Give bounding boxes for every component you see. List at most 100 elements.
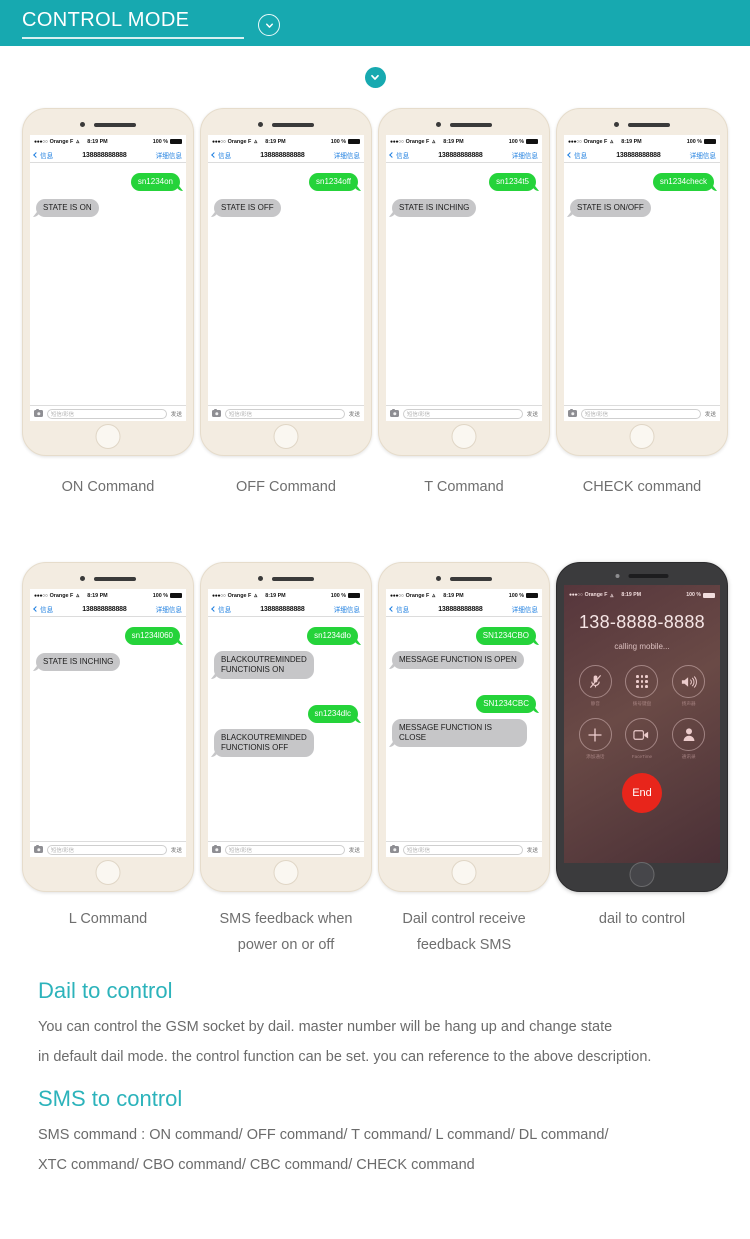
home-button-icon[interactable]: [451, 860, 477, 885]
phone-cell: ●●●○○ Orange F ▵ 8:19 PM 100 % 信息 138888…: [375, 108, 553, 500]
battery-percent: 100 %: [330, 138, 346, 145]
message-bubble-in: STATE IS ON/OFF: [570, 199, 651, 217]
messages-nav-bar: 信息 138888888888 详细信息: [30, 148, 186, 163]
camera-icon[interactable]: [390, 844, 399, 853]
conversation-detail-link[interactable]: 详细信息: [690, 150, 716, 160]
message-row: SN1234CBC: [392, 695, 536, 713]
compose-bar: 短信/彩信 发送: [30, 841, 186, 857]
status-time: 8:19 PM: [87, 138, 108, 145]
call-action[interactable]: 静音: [578, 665, 612, 707]
message-bubble-in: STATE IS INCHING: [36, 653, 121, 671]
send-button[interactable]: 发送: [349, 410, 360, 418]
message-row: sn1234on: [36, 173, 180, 191]
camera-icon[interactable]: [212, 844, 221, 853]
facetime-icon[interactable]: [625, 718, 659, 751]
message-bubble-out: sn1234l060: [124, 627, 180, 645]
send-button[interactable]: 发送: [705, 410, 716, 418]
message-bubble-out: SN1234CBO: [475, 627, 536, 645]
camera-icon[interactable]: [568, 408, 577, 417]
status-time: 8:19 PM: [621, 592, 642, 598]
message-row: STATE IS INCHING: [392, 199, 536, 217]
earpiece-speaker-icon: [450, 122, 492, 127]
home-button-icon[interactable]: [629, 862, 655, 887]
conversation-detail-link[interactable]: 详细信息: [334, 150, 360, 160]
camera-icon[interactable]: [34, 844, 43, 853]
send-button[interactable]: 发送: [171, 846, 182, 854]
back-button[interactable]: 信息: [33, 150, 53, 160]
conversation-number: 138888888888: [616, 151, 661, 159]
iphone-mockup: ●●●○○ Orange F ▵ 8:19 PM 100 % 信息 138888…: [378, 562, 550, 892]
home-button-icon[interactable]: [629, 424, 655, 449]
conversation-detail-link[interactable]: 详细信息: [156, 604, 182, 614]
back-button[interactable]: 信息: [211, 604, 231, 614]
conversation-number: 138888888888: [260, 605, 305, 613]
call-action-label: 拨号键盘: [632, 701, 652, 706]
message-bubble-in: STATE IS ON: [36, 199, 99, 217]
conversation-detail-link[interactable]: 详细信息: [334, 604, 360, 614]
conversation-number: 138888888888: [82, 605, 127, 613]
back-button[interactable]: 信息: [567, 150, 587, 160]
compose-bar: 短信/彩信 发送: [564, 405, 720, 421]
status-bar: ●●●○○ Orange F ▵ 8:19 PM 100 %: [564, 135, 720, 148]
keypad-icon[interactable]: [625, 665, 659, 698]
home-button-icon[interactable]: [95, 424, 121, 449]
message-input[interactable]: 短信/彩信: [581, 408, 701, 419]
back-button[interactable]: 信息: [389, 604, 409, 614]
signal-dots-icon: ●●●○○: [569, 592, 583, 598]
back-button[interactable]: 信息: [211, 150, 231, 160]
send-button[interactable]: 发送: [171, 410, 182, 418]
chevron-down-icon[interactable]: [258, 14, 280, 36]
phone-cell: ●●●○○ Orange F ▵ 8:19 PM 100 % 信息 138888…: [19, 562, 197, 958]
status-bar: ●●●○○ Orange F ▵ 8:19 PM 100 %: [386, 589, 542, 602]
battery-percent: 100 %: [508, 592, 524, 599]
carrier-label: Orange F: [405, 138, 430, 145]
end-call-button[interactable]: End: [622, 773, 662, 813]
message-row: SN1234CBO: [392, 627, 536, 645]
front-camera-icon: [436, 576, 441, 581]
home-button-icon[interactable]: [273, 424, 299, 449]
mute-microphone-icon[interactable]: [578, 665, 612, 698]
message-gap: [214, 685, 358, 699]
message-input[interactable]: 短信/彩信: [403, 844, 523, 855]
call-action[interactable]: 添加通话: [578, 718, 612, 760]
send-button[interactable]: 发送: [349, 846, 360, 854]
conversation-detail-link[interactable]: 详细信息: [156, 150, 182, 160]
back-button[interactable]: 信息: [33, 604, 53, 614]
back-button[interactable]: 信息: [389, 150, 409, 160]
camera-icon[interactable]: [34, 408, 43, 417]
camera-icon[interactable]: [390, 408, 399, 417]
battery-percent: 100 %: [152, 592, 168, 599]
message-input[interactable]: 短信/彩信: [47, 408, 167, 419]
front-camera-icon: [80, 122, 85, 127]
message-bubble-out: sn1234dlc: [307, 705, 358, 723]
home-button-icon[interactable]: [273, 860, 299, 885]
chevron-down-circle-icon[interactable]: [364, 66, 386, 88]
iphone-mockup: ●●●○○ Orange F ▵ 8:19 PM 100 % 信息 138888…: [22, 562, 194, 892]
battery-full-icon: [704, 139, 716, 144]
phone-screen: ●●●○○ Orange F ▵ 8:19 PM 100 % 信息 138888…: [208, 135, 364, 421]
message-input[interactable]: 短信/彩信: [225, 408, 345, 419]
send-button[interactable]: 发送: [527, 410, 538, 418]
call-action[interactable]: FaceTime: [625, 718, 659, 760]
camera-icon[interactable]: [212, 408, 221, 417]
call-action[interactable]: 拨号键盘: [625, 665, 659, 707]
earpiece-assembly: [258, 122, 314, 127]
battery-full-icon: [348, 139, 360, 144]
send-button[interactable]: 发送: [527, 846, 538, 854]
signal-dots-icon: ●●●○○: [568, 138, 582, 145]
speaker-icon[interactable]: [672, 665, 706, 698]
message-row: sn1234dlo: [214, 627, 358, 645]
conversation-detail-link[interactable]: 详细信息: [512, 604, 538, 614]
status-time: 8:19 PM: [443, 592, 464, 599]
add-call-icon[interactable]: [578, 718, 612, 751]
home-button-icon[interactable]: [95, 860, 121, 885]
message-input[interactable]: 短信/彩信: [47, 844, 167, 855]
message-input[interactable]: 短信/彩信: [403, 408, 523, 419]
message-input[interactable]: 短信/彩信: [225, 844, 345, 855]
call-action[interactable]: 扬声器: [672, 665, 706, 707]
home-button-icon[interactable]: [451, 424, 477, 449]
conversation-detail-link[interactable]: 详细信息: [512, 150, 538, 160]
contacts-icon[interactable]: [672, 718, 706, 751]
conversation-thread: sn1234dlo BLACKOUTREMINDED FUNCTIONIS ON…: [208, 617, 364, 841]
call-action[interactable]: 通讯录: [672, 718, 706, 760]
